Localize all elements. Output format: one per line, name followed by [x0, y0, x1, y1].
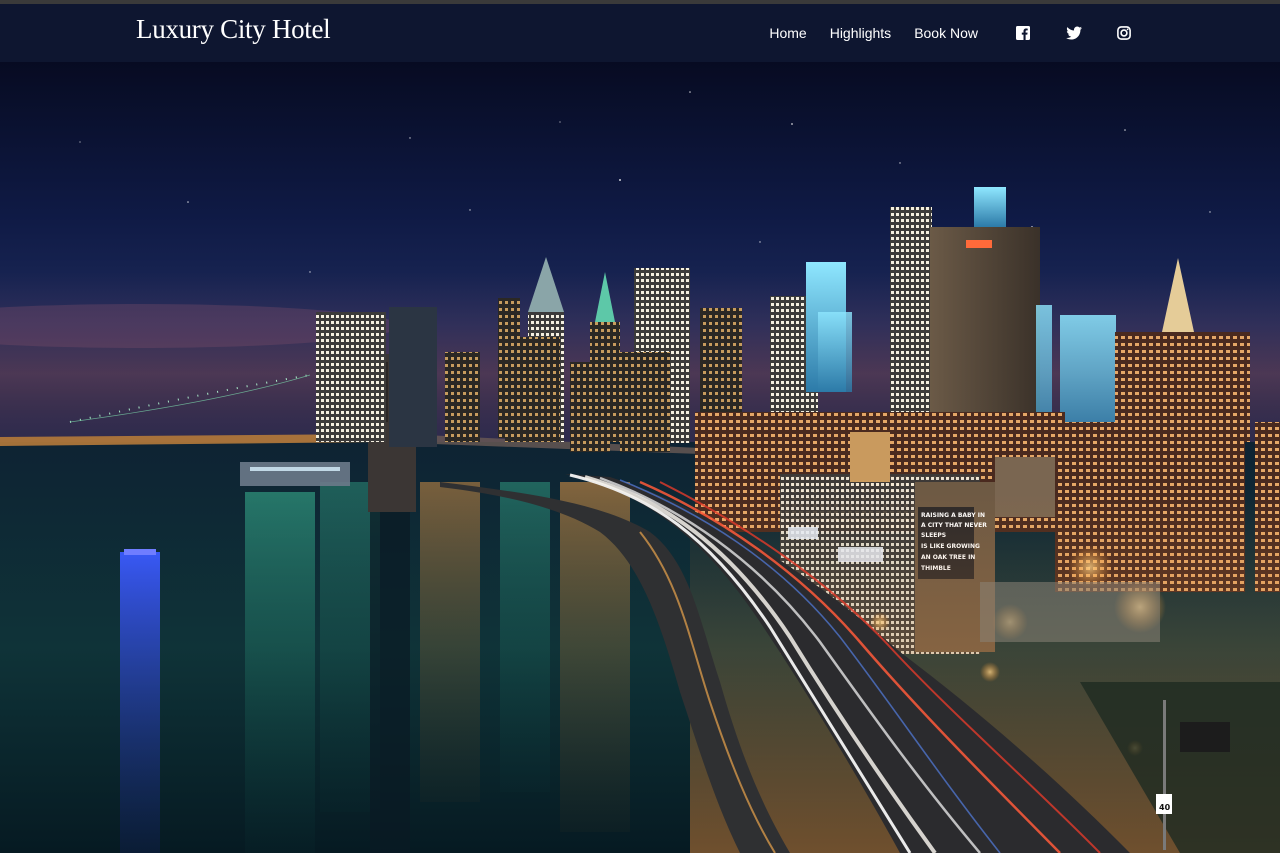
- facebook-icon[interactable]: [1015, 25, 1031, 41]
- twitter-icon[interactable]: [1066, 25, 1082, 41]
- brand-logo[interactable]: Luxury City Hotel: [136, 14, 331, 45]
- navbar: Luxury City Hotel Home Highlights Book N…: [0, 4, 1280, 62]
- nav-link-highlights[interactable]: Highlights: [830, 25, 891, 41]
- speed-sign-text: 40: [1159, 803, 1171, 812]
- page: Luxury City Hotel Home Highlights Book N…: [0, 0, 1280, 853]
- nav-link-home[interactable]: Home: [769, 25, 806, 41]
- nav-link-book-now[interactable]: Book Now: [914, 25, 978, 41]
- instagram-icon[interactable]: [1116, 25, 1132, 41]
- nav-links: Home Highlights Book Now: [746, 4, 1132, 62]
- hero-image: RAISING A BABY IN A CITY THAT NEVER SLEE…: [0, 62, 1280, 853]
